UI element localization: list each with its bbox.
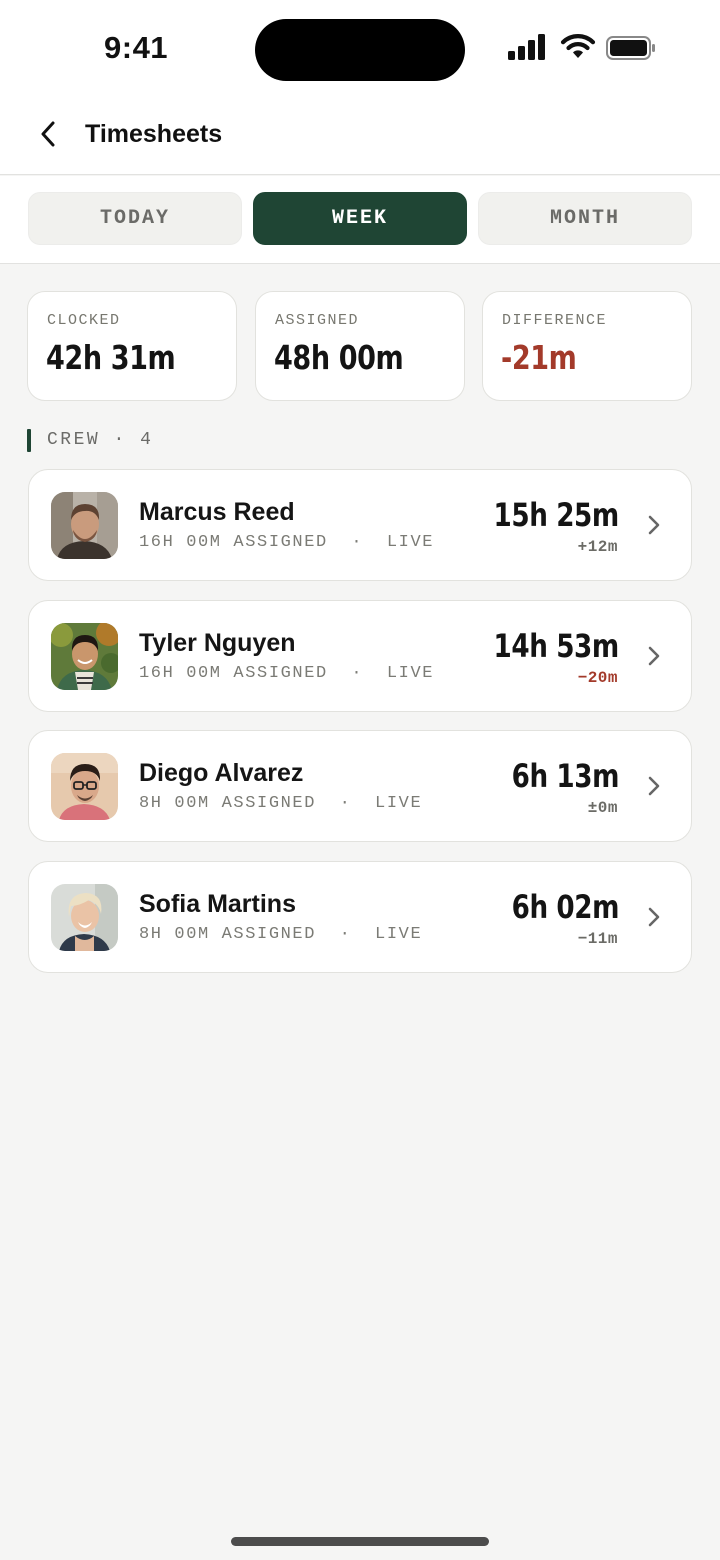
crew-row-diego-alvarez[interactable]: Diego Alvarez 8H 00M ASSIGNED · LIVE 6h … bbox=[28, 730, 692, 842]
crew-assigned-status: 16H 00M ASSIGNED · LIVE bbox=[139, 664, 435, 683]
summary-value: -21m bbox=[501, 338, 577, 377]
crew-delta: ±0m bbox=[587, 799, 618, 817]
back-button[interactable] bbox=[30, 116, 66, 152]
crew-row-marcus-reed[interactable]: Marcus Reed 16H 00M ASSIGNED · LIVE 15h … bbox=[28, 469, 692, 581]
crew-hours: 6h 02m bbox=[511, 888, 620, 926]
battery-icon bbox=[606, 36, 655, 60]
crew-name: Diego Alvarez bbox=[139, 759, 304, 787]
summary-card-clocked: CLOCKED 42h 31m bbox=[27, 291, 237, 401]
period-tabs: TODAY WEEK MONTH bbox=[0, 176, 720, 264]
crew-name: Marcus Reed bbox=[139, 498, 295, 526]
home-indicator bbox=[231, 1537, 489, 1546]
wifi-icon bbox=[560, 34, 596, 58]
crew-row-tyler-nguyen[interactable]: Tyler Nguyen 16H 00M ASSIGNED · LIVE 14h… bbox=[28, 600, 692, 712]
avatar bbox=[51, 492, 118, 559]
chevron-right-icon bbox=[648, 907, 660, 927]
avatar-photo bbox=[51, 753, 118, 820]
crew-delta: +12m bbox=[577, 538, 618, 556]
avatar bbox=[51, 623, 118, 690]
summary-card-difference: DIFFERENCE -21m bbox=[482, 291, 692, 401]
chevron-right-icon bbox=[648, 776, 660, 796]
summary-label: ASSIGNED bbox=[275, 312, 360, 329]
top-nav-header: Timesheets bbox=[0, 96, 720, 175]
summary-card-assigned: ASSIGNED 48h 00m bbox=[255, 291, 465, 401]
summary-label: DIFFERENCE bbox=[502, 312, 608, 329]
avatar-photo bbox=[51, 623, 118, 690]
crew-name: Tyler Nguyen bbox=[139, 629, 296, 657]
avatar-photo bbox=[51, 884, 118, 951]
tab-month[interactable]: MONTH bbox=[478, 192, 692, 245]
summary-value: 42h 31m bbox=[46, 338, 176, 377]
crew-name: Sofia Martins bbox=[139, 890, 296, 918]
summary-label: CLOCKED bbox=[47, 312, 121, 329]
crew-row-sofia-martins[interactable]: Sofia Martins 8H 00M ASSIGNED · LIVE 6h … bbox=[28, 861, 692, 973]
crew-assigned-status: 8H 00M ASSIGNED · LIVE bbox=[139, 925, 423, 944]
cellular-signal-icon bbox=[508, 34, 545, 60]
status-time: 9:41 bbox=[104, 30, 169, 65]
crew-hours: 14h 53m bbox=[493, 627, 620, 665]
avatar bbox=[51, 884, 118, 951]
crew-assigned-status: 16H 00M ASSIGNED · LIVE bbox=[139, 533, 435, 552]
avatar-photo bbox=[51, 492, 118, 559]
tab-today[interactable]: TODAY bbox=[28, 192, 242, 245]
crew-delta: −11m bbox=[577, 930, 618, 948]
dynamic-island bbox=[255, 19, 465, 81]
crew-hours: 15h 25m bbox=[493, 496, 620, 534]
crew-delta: −20m bbox=[577, 669, 618, 687]
chevron-left-icon bbox=[41, 121, 55, 147]
chevron-right-icon bbox=[648, 515, 660, 535]
chevron-right-icon bbox=[648, 646, 660, 666]
section-accent-bar bbox=[27, 428, 31, 452]
section-label: CREW · 4 bbox=[47, 430, 154, 450]
avatar bbox=[51, 753, 118, 820]
page-title: Timesheets bbox=[85, 120, 223, 148]
summary-value: 48h 00m bbox=[274, 338, 404, 377]
crew-hours: 6h 13m bbox=[511, 757, 620, 795]
tab-week[interactable]: WEEK bbox=[253, 192, 467, 245]
crew-assigned-status: 8H 00M ASSIGNED · LIVE bbox=[139, 794, 423, 813]
crew-section-header: CREW · 4 bbox=[27, 428, 153, 452]
status-bar: 9:41 bbox=[0, 0, 720, 96]
